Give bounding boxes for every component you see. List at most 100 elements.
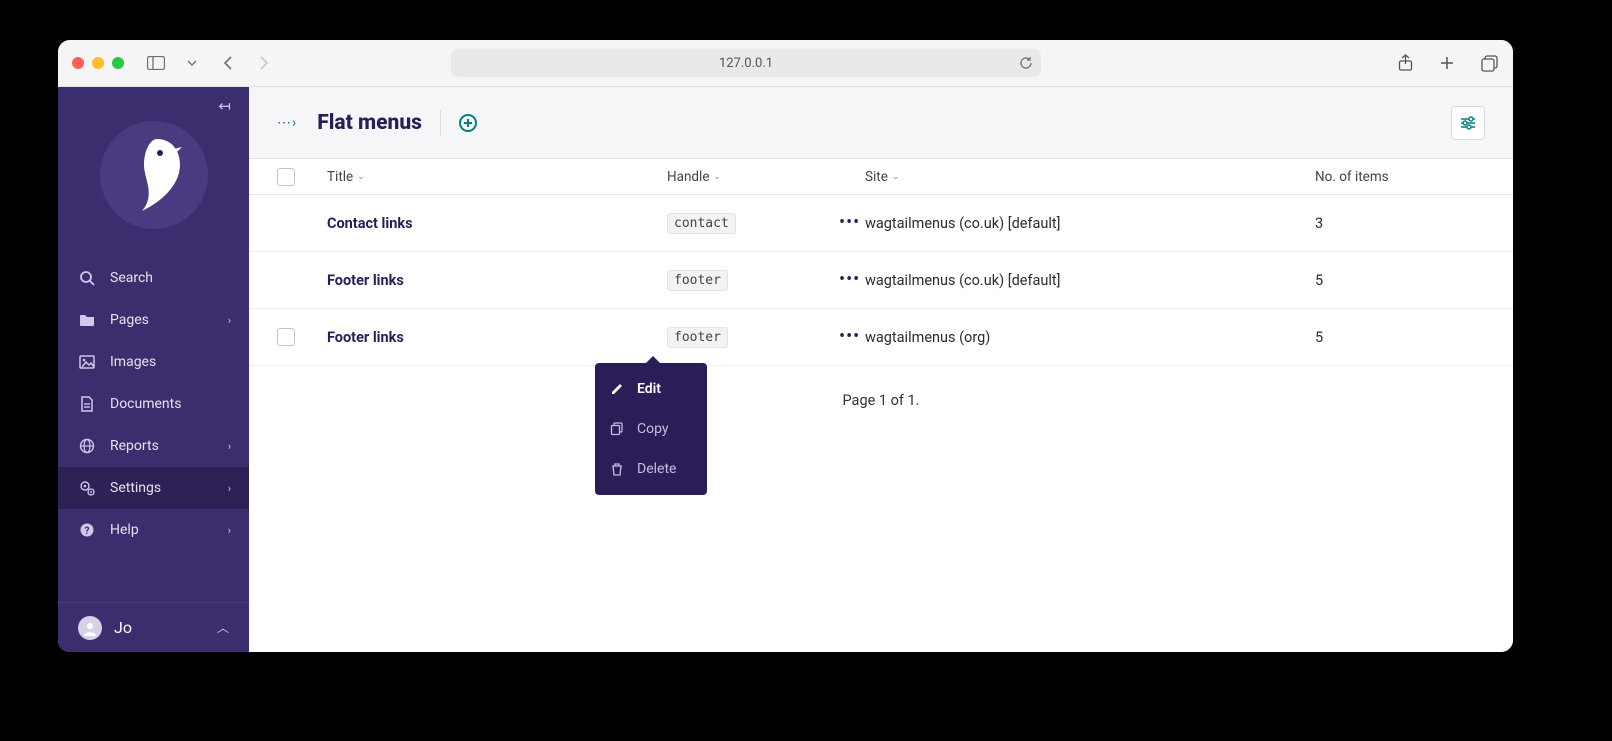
nav-label: Pages [110,312,149,328]
row-handle: footer [667,270,728,291]
sort-caret-icon: ⌄ [357,172,365,182]
row-handle: footer [667,327,728,348]
account-name: Jo [114,618,132,637]
column-count: No. of items [1315,169,1389,185]
reload-icon[interactable] [1019,56,1033,70]
row-count: 3 [1315,215,1323,232]
page-title: Flat menus [317,111,422,135]
table-row: Footer links ••• footer wagtailmenus (co… [249,252,1513,309]
document-icon [78,396,96,412]
action-edit[interactable]: Edit [595,369,707,409]
dropdown-icon[interactable] [182,53,202,73]
nav-search[interactable]: Search [58,257,249,299]
table-row: Contact links ••• contact wagtailmenus (… [249,195,1513,252]
back-button[interactable] [218,53,238,73]
row-site: wagtailmenus (co.uk) [default] [865,272,1060,289]
pencil-icon [609,382,625,396]
globe-icon [78,438,96,454]
chevron-right-icon: › [228,314,231,327]
row-checkbox[interactable] [277,328,295,346]
help-icon: ? [78,522,96,538]
breadcrumb-toggle[interactable]: ⋯› [277,115,297,131]
row-title-link[interactable]: Contact links [327,215,413,232]
divider [440,110,441,136]
column-site: Site [865,169,888,185]
row-actions-button[interactable]: ••• [839,214,860,232]
row-title-link[interactable]: Footer links [327,272,404,289]
row-site: wagtailmenus (co.uk) [default] [865,215,1060,232]
sort-by-handle[interactable]: Handle ⌄ [667,169,865,185]
tabs-icon[interactable] [1479,53,1499,73]
action-copy[interactable]: Copy [595,409,707,449]
page-header: ⋯› Flat menus [249,87,1513,159]
minimize-window-button[interactable] [92,57,104,69]
url-bar[interactable]: 127.0.0.1 [451,49,1041,77]
row-handle: contact [667,213,736,234]
row-count: 5 [1315,272,1323,289]
titlebar: 127.0.0.1 [58,40,1513,87]
row-actions-popover: Edit Copy Delete [595,363,707,495]
chevron-right-icon: › [228,524,231,537]
sort-by-title[interactable]: Title ⌄ [327,169,667,185]
close-window-button[interactable] [72,57,84,69]
nav-label: Settings [110,480,161,496]
trash-icon [609,462,625,476]
sort-by-site[interactable]: Site ⌄ [865,169,1315,185]
nav-label: Search [110,270,153,286]
forward-button[interactable] [254,53,274,73]
image-icon [78,355,96,369]
browser-window: 127.0.0.1 ↤ [58,40,1513,652]
column-handle: Handle [667,169,709,185]
sidebar-toggle-icon[interactable] [146,53,166,73]
column-title: Title [327,169,353,185]
row-actions-button[interactable]: ••• [839,328,860,346]
copy-icon [609,422,625,436]
svg-text:?: ? [85,526,90,537]
row-count: 5 [1315,329,1323,346]
new-tab-icon[interactable] [1437,53,1457,73]
sort-caret-icon: ⌄ [892,172,900,182]
collapse-sidebar-icon[interactable]: ↤ [218,97,231,115]
sliders-icon [1460,116,1476,130]
nav-help[interactable]: ? Help › [58,509,249,551]
url-text: 127.0.0.1 [719,56,773,71]
pagination: Page 1 of 1. [249,366,1513,435]
nav-images[interactable]: Images [58,341,249,383]
select-all-checkbox[interactable] [277,168,295,186]
row-actions-button[interactable]: ••• [839,271,860,289]
window-controls [72,57,124,69]
sidebar: ↤ Search Pages › Images [58,87,249,652]
maximize-window-button[interactable] [112,57,124,69]
avatar [78,616,102,640]
row-title-link[interactable]: Footer links [327,329,404,346]
nav-pages[interactable]: Pages › [58,299,249,341]
search-icon [78,270,96,286]
filter-button[interactable] [1451,106,1485,140]
nav-documents[interactable]: Documents [58,383,249,425]
account-menu[interactable]: Jo ︿ [58,602,249,652]
action-label: Copy [637,421,669,437]
nav-label: Images [110,354,156,370]
action-label: Delete [637,461,676,477]
action-label: Edit [637,381,661,397]
nav-reports[interactable]: Reports › [58,425,249,467]
nav-label: Help [110,522,139,538]
table-row: Footer links ••• footer wagtailmenus (or… [249,309,1513,366]
row-site: wagtailmenus (org) [865,329,990,346]
nav: Search Pages › Images Documents Re [58,257,249,551]
pagination-text: Page 1 of 1. [842,392,919,409]
nav-settings[interactable]: Settings › [58,467,249,509]
add-button[interactable] [459,114,477,132]
nav-label: Reports [110,438,159,454]
chevron-up-icon: ︿ [217,619,229,636]
share-icon[interactable] [1395,53,1415,73]
action-delete[interactable]: Delete [595,449,707,489]
sort-caret-icon: ⌄ [713,172,721,182]
nav-label: Documents [110,396,181,412]
chevron-right-icon: › [228,482,231,495]
folder-icon [78,313,96,327]
table-header: Title ⌄ Handle ⌄ Site ⌄ No. of items [249,159,1513,195]
logo [58,121,249,229]
main-content: ⋯› Flat menus Title ⌄ Handle ⌄ Site ⌄ No. o… [249,87,1513,652]
gear-icon [78,480,96,496]
